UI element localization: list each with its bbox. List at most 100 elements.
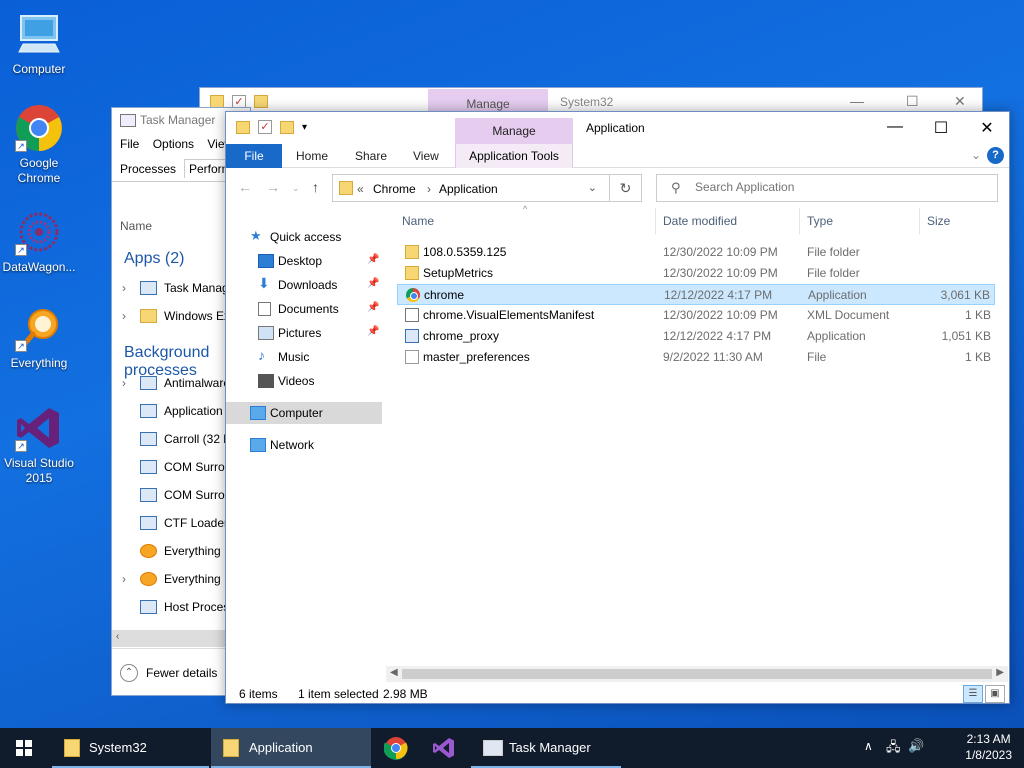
search-box[interactable]: ⚲ (656, 174, 998, 202)
column-header-type[interactable]: Type (807, 214, 833, 228)
chevron-up-icon[interactable]: ⌃ (120, 664, 138, 682)
fewer-details-link[interactable]: Fewer details (146, 666, 217, 680)
nav-item-pictures[interactable]: Pictures 📌 (226, 322, 382, 344)
navigation-bar: ← → ⌄ ↑ « Chrome › Application ⌄ ↻ ⚲ (226, 172, 1009, 204)
nav-item-network[interactable]: Network (226, 434, 382, 456)
scroll-right-icon[interactable]: ▶ (996, 667, 1004, 678)
menu-file[interactable]: File (120, 137, 139, 151)
breadcrumb-chrome[interactable]: Chrome (373, 182, 416, 196)
nav-item-quick-access[interactable]: ★ Quick access (226, 226, 382, 248)
network-icon[interactable]: 🖧 (886, 738, 901, 760)
refresh-icon[interactable]: ↻ (609, 175, 641, 201)
nav-item-music[interactable]: ♪ Music (226, 346, 382, 368)
column-header-name[interactable]: Name (120, 219, 152, 233)
back-arrow-icon[interactable]: ← (238, 179, 252, 195)
nav-item-computer[interactable]: Computer (226, 402, 382, 424)
file-row[interactable]: chrome.VisualElementsManifest 12/30/2022… (397, 305, 995, 326)
desktop-icon-label: Computer (12, 62, 66, 76)
new-folder-icon[interactable] (280, 120, 294, 134)
volume-icon[interactable]: 🔊 (908, 738, 924, 754)
maximize-icon[interactable]: ☐ (918, 118, 964, 138)
ribbon-tab-view[interactable]: View (413, 149, 439, 163)
nav-item-videos[interactable]: Videos (226, 370, 382, 392)
visual-studio-icon (433, 738, 454, 758)
file-row[interactable]: chrome_proxy 12/12/2022 4:17 PM Applicat… (397, 326, 995, 347)
file-row[interactable]: 108.0.5359.125 12/30/2022 10:09 PM File … (397, 242, 995, 263)
minimize-icon[interactable]: — (872, 118, 918, 136)
file-type: Application (808, 288, 867, 302)
sort-ascending-icon: ^ (523, 204, 528, 214)
column-divider[interactable] (655, 208, 656, 234)
scrollbar-thumb[interactable] (402, 669, 992, 679)
nav-label: Downloads (278, 278, 338, 292)
chevron-up-icon[interactable]: ∧ (864, 739, 873, 753)
ribbon-expand-chevron-icon[interactable]: ⌄ (971, 148, 981, 162)
customize-dropdown-icon[interactable]: ▾ (302, 122, 307, 133)
start-button[interactable] (0, 728, 48, 768)
taskbar-item-task-manager[interactable]: Task Manager (471, 728, 621, 768)
pin-icon[interactable]: 📌 (367, 302, 379, 313)
application-icon (405, 329, 419, 343)
up-arrow-icon[interactable]: ↑ (312, 179, 319, 195)
scroll-left-icon[interactable]: ‹ (116, 631, 119, 642)
address-bar[interactable]: « Chrome › Application ⌄ ↻ (332, 174, 642, 202)
application-explorer-window[interactable]: ✓ ▾ Manage Application — ☐ ✕ File Home S… (225, 111, 1010, 704)
close-icon[interactable]: ✕ (964, 118, 1010, 138)
expand-chevron-icon[interactable]: › (122, 281, 126, 295)
file-row[interactable]: SetupMetrics 12/30/2022 10:09 PM File fo… (397, 263, 995, 284)
column-divider[interactable] (799, 208, 800, 234)
taskbar-item-visual-studio[interactable] (424, 728, 464, 768)
minimize-icon[interactable]: — (850, 93, 864, 109)
breadcrumb-overflow[interactable]: « (357, 182, 364, 196)
maximize-icon[interactable]: ☐ (906, 93, 919, 110)
nav-item-desktop[interactable]: Desktop 📌 (226, 250, 382, 272)
file-row[interactable]: master_preferences 9/2/2022 11:30 AM Fil… (397, 347, 995, 368)
clock[interactable]: 2:13 AM 1/8/2023 (965, 731, 1012, 763)
breadcrumb-separator-icon[interactable]: › (427, 182, 431, 196)
taskbar-item-application[interactable]: Application (211, 728, 371, 768)
file-type: File folder (807, 245, 860, 259)
column-header-size[interactable]: Size (927, 214, 950, 228)
file-row-selected[interactable]: chrome 12/12/2022 4:17 PM Application 3,… (397, 284, 995, 305)
large-icons-view-icon[interactable]: ▣ (985, 685, 1005, 703)
expand-chevron-icon[interactable]: › (122, 572, 126, 586)
tab-processes[interactable]: Processes (120, 162, 176, 176)
close-icon[interactable]: ✕ (954, 93, 966, 110)
help-icon[interactable]: ? (987, 147, 1004, 164)
desktop-icon-chrome[interactable]: ↗ Google Chrome (0, 104, 78, 186)
desktop-icon-datawagon[interactable]: ↗ DataWagon... (0, 208, 78, 275)
desktop-icon-everything[interactable]: ↗ Everything (0, 304, 78, 371)
expand-chevron-icon[interactable]: › (122, 309, 126, 323)
manage-tab[interactable]: Manage (455, 118, 573, 144)
menu-options[interactable]: Options (153, 137, 194, 151)
recent-locations-chevron-icon[interactable]: ⌄ (292, 183, 300, 194)
desktop-icon-visual-studio[interactable]: ↗ Visual Studio 2015 (0, 404, 78, 486)
breadcrumb-application[interactable]: Application (439, 182, 498, 196)
column-header-name[interactable]: Name (402, 214, 434, 228)
desktop-icon-label: DataWagon... (2, 260, 76, 274)
search-input[interactable] (695, 180, 985, 194)
pin-icon[interactable]: 📌 (367, 254, 379, 265)
desktop-icon-computer[interactable]: Computer (0, 10, 78, 77)
address-dropdown-icon[interactable]: ⌄ (588, 181, 597, 194)
ribbon-tab-home[interactable]: Home (296, 149, 328, 163)
file-date: 12/12/2022 4:17 PM (664, 288, 773, 302)
scroll-left-icon[interactable]: ◀ (390, 667, 398, 678)
nav-item-documents[interactable]: Documents 📌 (226, 298, 382, 320)
ribbon-tab-file[interactable]: File (226, 144, 282, 168)
column-divider[interactable] (919, 208, 920, 234)
horizontal-scrollbar[interactable]: ◀ ▶ (386, 666, 1008, 682)
taskbar-item-chrome[interactable] (376, 728, 416, 768)
taskbar-item-system32[interactable]: System32 (52, 728, 209, 768)
ribbon-tab-share[interactable]: Share (355, 149, 387, 163)
pin-icon[interactable]: 📌 (367, 278, 379, 289)
column-header-date[interactable]: Date modified (663, 214, 737, 228)
group-header-apps: Apps (2) (124, 250, 185, 267)
forward-arrow-icon[interactable]: → (266, 179, 280, 195)
properties-icon[interactable]: ✓ (258, 120, 272, 134)
nav-item-downloads[interactable]: ⬇ Downloads 📌 (226, 274, 382, 296)
pin-icon[interactable]: 📌 (367, 326, 379, 337)
expand-chevron-icon[interactable]: › (122, 376, 126, 390)
details-view-icon[interactable]: ☰ (963, 685, 983, 703)
ribbon-tab-application-tools[interactable]: Application Tools (455, 144, 573, 168)
